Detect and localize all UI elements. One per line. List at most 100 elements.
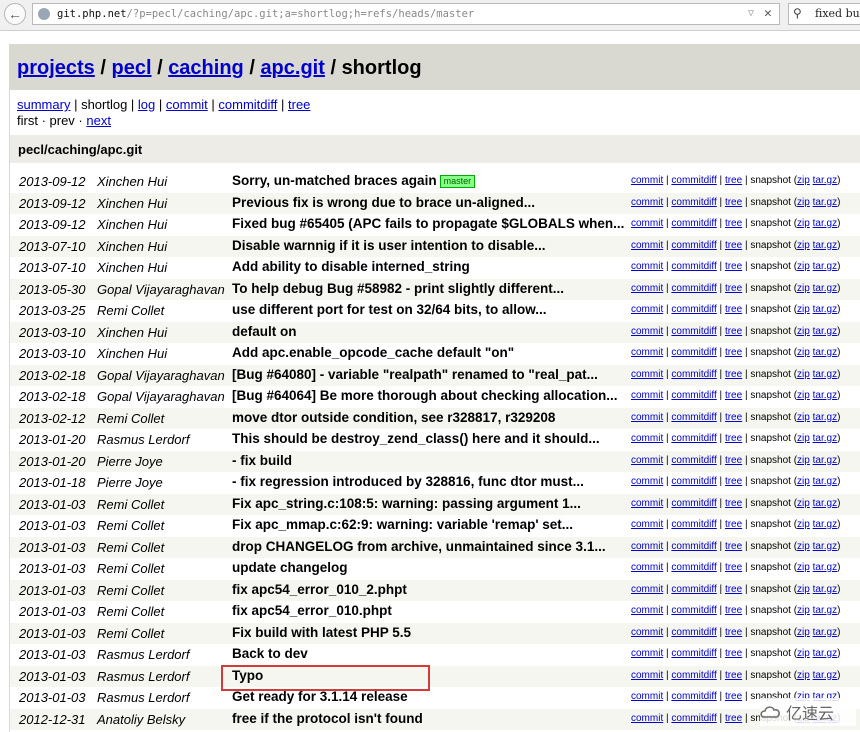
commit-link[interactable]: commit (631, 218, 663, 229)
targz-link[interactable]: tar.gz (813, 369, 837, 380)
zip-link[interactable]: zip (797, 175, 810, 186)
commit-link[interactable]: commit (631, 240, 663, 251)
targz-link[interactable]: tar.gz (813, 240, 837, 251)
commit-message-text[interactable]: Add apc.enable_opcode_cache default "on" (232, 345, 514, 360)
commit-message[interactable]: Fix build with latest PHP 5.5 (232, 625, 411, 640)
tree-link[interactable]: tree (725, 455, 742, 466)
commit-message-text[interactable]: [Bug #64080] - variable "realpath" renam… (232, 367, 598, 382)
close-icon[interactable]: ✕ (764, 4, 772, 24)
commit-message[interactable]: - fix build (232, 453, 292, 468)
nav-commitdiff[interactable]: commitdiff (218, 97, 277, 112)
zip-link[interactable]: zip (797, 648, 810, 659)
pager-next[interactable]: next (86, 113, 111, 128)
commitdiff-link[interactable]: commitdiff (671, 713, 716, 724)
commit-message[interactable]: use different port for test on 32/64 bit… (232, 302, 547, 317)
tree-link[interactable]: tree (725, 648, 742, 659)
commitdiff-link[interactable]: commitdiff (671, 175, 716, 186)
commit-message[interactable]: free if the protocol isn't found (232, 711, 423, 726)
tree-link[interactable]: tree (725, 326, 742, 337)
tree-link[interactable]: tree (725, 197, 742, 208)
branch-badge[interactable]: master (439, 175, 476, 188)
zip-link[interactable]: zip (797, 584, 810, 595)
nav-tree[interactable]: tree (288, 97, 310, 112)
commit-message-text[interactable]: - fix build (232, 453, 292, 468)
commit-message-text[interactable]: Sorry, un-matched braces again (232, 173, 437, 188)
commit-link[interactable]: commit (631, 627, 663, 638)
commitdiff-link[interactable]: commitdiff (671, 605, 716, 616)
targz-link[interactable]: tar.gz (813, 627, 837, 638)
commitdiff-link[interactable]: commitdiff (671, 369, 716, 380)
zip-link[interactable]: zip (797, 218, 810, 229)
crumb-apc-git[interactable]: apc.git (260, 57, 324, 79)
commit-message-text[interactable]: Fix apc_string.c:108:5: warning: passing… (232, 496, 581, 511)
commit-message-text[interactable]: Get ready for 3.1.14 release (232, 689, 408, 704)
zip-link[interactable]: zip (797, 412, 810, 423)
targz-link[interactable]: tar.gz (813, 670, 837, 681)
targz-link[interactable]: tar.gz (813, 605, 837, 616)
commit-link[interactable]: commit (631, 498, 663, 509)
commit-link[interactable]: commit (631, 175, 663, 186)
crumb-projects[interactable]: projects (17, 57, 95, 79)
commitdiff-link[interactable]: commitdiff (671, 326, 716, 337)
commit-message-text[interactable]: update changelog (232, 560, 348, 575)
commit-message-text[interactable]: - fix regression introduced by 328816, f… (232, 474, 584, 489)
nav-summary[interactable]: summary (17, 97, 70, 112)
commit-link[interactable]: commit (631, 476, 663, 487)
commit-message[interactable]: fix apc54_error_010_2.phpt (232, 582, 407, 597)
address-bar[interactable]: git.php.net/?p=pecl/caching/apc.git;a=sh… (32, 3, 780, 25)
search-box[interactable]: ⚲ fixed bu (788, 3, 860, 25)
zip-link[interactable]: zip (797, 261, 810, 272)
tree-link[interactable]: tree (725, 369, 742, 380)
commit-message[interactable]: To help debug Bug #58982 - print slightl… (232, 281, 564, 296)
zip-link[interactable]: zip (797, 519, 810, 530)
commit-message[interactable]: drop CHANGELOG from archive, unmaintaine… (232, 539, 606, 554)
commit-link[interactable]: commit (631, 562, 663, 573)
tree-link[interactable]: tree (725, 433, 742, 444)
commit-link[interactable]: commit (631, 283, 663, 294)
commitdiff-link[interactable]: commitdiff (671, 412, 716, 423)
tree-link[interactable]: tree (725, 261, 742, 272)
targz-link[interactable]: tar.gz (813, 304, 837, 315)
commit-message[interactable]: - fix regression introduced by 328816, f… (232, 474, 584, 489)
tree-link[interactable]: tree (725, 605, 742, 616)
targz-link[interactable]: tar.gz (813, 648, 837, 659)
commit-message-text[interactable]: Previous fix is wrong due to brace un-al… (232, 195, 535, 210)
commitdiff-link[interactable]: commitdiff (671, 218, 716, 229)
commit-message[interactable]: [Bug #64080] - variable "realpath" renam… (232, 367, 598, 382)
commit-message[interactable]: Get ready for 3.1.14 release (232, 689, 408, 704)
commit-message-text[interactable]: Back to dev (232, 646, 308, 661)
commit-link[interactable]: commit (631, 197, 663, 208)
search-input[interactable]: fixed bu (815, 4, 860, 24)
commitdiff-link[interactable]: commitdiff (671, 304, 716, 315)
tree-link[interactable]: tree (725, 304, 742, 315)
zip-link[interactable]: zip (797, 476, 810, 487)
targz-link[interactable]: tar.gz (813, 218, 837, 229)
commit-link[interactable]: commit (631, 369, 663, 380)
commit-message-text[interactable]: drop CHANGELOG from archive, unmaintaine… (232, 539, 606, 554)
commit-message[interactable]: [Bug #64064] Be more thorough about chec… (232, 388, 618, 403)
zip-link[interactable]: zip (797, 197, 810, 208)
targz-link[interactable]: tar.gz (813, 283, 837, 294)
commit-message[interactable]: Sorry, un-matched braces again master (232, 173, 476, 188)
zip-link[interactable]: zip (797, 347, 810, 358)
commit-message-text[interactable]: Add ability to disable interned_string (232, 259, 470, 274)
commit-link[interactable]: commit (631, 390, 663, 401)
url-dropdown-icon[interactable]: ▽ (748, 4, 754, 24)
commit-message[interactable]: Fix apc_mmap.c:62:9: warning: variable '… (232, 517, 573, 532)
commitdiff-link[interactable]: commitdiff (671, 562, 716, 573)
commitdiff-link[interactable]: commitdiff (671, 433, 716, 444)
zip-link[interactable]: zip (797, 326, 810, 337)
commit-link[interactable]: commit (631, 519, 663, 530)
zip-link[interactable]: zip (797, 627, 810, 638)
targz-link[interactable]: tar.gz (813, 412, 837, 423)
crumb-caching[interactable]: caching (168, 57, 244, 79)
commitdiff-link[interactable]: commitdiff (671, 283, 716, 294)
tree-link[interactable]: tree (725, 670, 742, 681)
targz-link[interactable]: tar.gz (813, 261, 837, 272)
targz-link[interactable]: tar.gz (813, 584, 837, 595)
tree-link[interactable]: tree (725, 519, 742, 530)
tree-link[interactable]: tree (725, 498, 742, 509)
commit-message[interactable]: Add ability to disable interned_string (232, 259, 470, 274)
zip-link[interactable]: zip (797, 283, 810, 294)
commit-message-text[interactable]: To help debug Bug #58982 - print slightl… (232, 281, 564, 296)
